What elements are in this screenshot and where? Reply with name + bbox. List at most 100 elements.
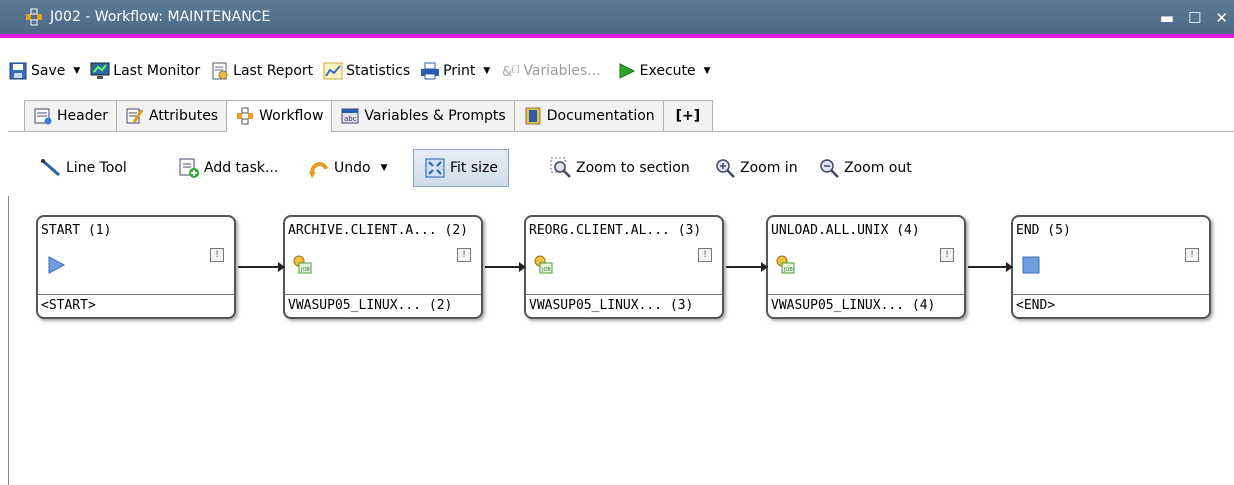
workflow-toolbar: Line Tool Add task... Undo ▼ Fit size Zo… [40,146,1230,190]
line-tool-label: Line Tool [66,160,127,176]
save-dropdown-icon[interactable]: ▼ [73,66,80,76]
minimize-icon[interactable]: ▬ [1160,9,1174,27]
execute-button[interactable]: Execute ▼ [617,61,711,81]
node-flag-icon[interactable]: ! [698,248,712,262]
svg-text:{}: {} [510,65,519,75]
zoom-section-label: Zoom to section [576,160,690,176]
print-button[interactable]: Print ▼ [420,61,490,81]
header-icon [33,106,53,126]
zoom-in-label: Zoom in [740,160,798,176]
save-icon [8,61,28,81]
window-title: J002 - Workflow: MAINTENANCE [50,9,271,25]
save-label: Save [31,63,66,79]
zoom-section-icon [550,157,572,179]
add-task-icon [178,157,200,179]
node-footer: <START> [41,298,96,313]
tab-add[interactable]: [+] [662,100,714,132]
statistics-icon [323,61,343,81]
execute-label: Execute [639,63,696,79]
workflow-node-archive[interactable]: ARCHIVE.CLIENT.A... (2) ! JOB VWASUP05_L… [283,215,483,319]
node-title: REORG.CLIENT.AL... (3) [529,223,702,238]
node-title: ARCHIVE.CLIENT.A... (2) [288,223,469,238]
job-icon: JOB [293,255,313,275]
tab-variables-prompts-label: Variables & Prompts [364,108,506,124]
node-separator [38,294,234,295]
tab-documentation-label: Documentation [546,108,655,124]
arrow-head-icon [519,262,526,272]
node-flag-icon[interactable]: ! [457,248,471,262]
connector-arrow[interactable] [238,262,285,272]
print-dropdown-icon[interactable]: ▼ [483,66,490,76]
last-monitor-button[interactable]: Last Monitor [90,61,200,81]
save-button[interactable]: Save ▼ [8,61,80,81]
undo-dropdown-icon[interactable]: ▼ [381,163,388,173]
zoom-out-button[interactable]: Zoom out [818,146,912,190]
tab-header-label: Header [57,108,108,124]
connector-arrow[interactable] [726,262,768,272]
execute-icon [617,61,637,81]
last-monitor-label: Last Monitor [113,63,201,79]
workflow-node-start[interactable]: START (1) ! <START> [36,215,236,319]
arrow-head-icon [278,262,285,272]
node-flag-icon[interactable]: ! [940,248,954,262]
workflow-app-icon [24,7,44,27]
tab-header[interactable]: Header [24,100,116,132]
fit-size-button[interactable]: Fit size [413,149,510,187]
node-separator [285,294,481,295]
statistics-button[interactable]: Statistics [323,61,410,81]
tab-workflow[interactable]: Workflow [226,100,332,132]
report-icon [210,61,230,81]
tab-attributes[interactable]: Attributes [115,100,227,132]
title-bar: J002 - Workflow: MAINTENANCE ▬ ☐ ✕ [0,0,1234,38]
main-toolbar: Save ▼ Last Monitor Last Report Statisti… [8,52,1234,90]
svg-text:JOB: JOB [783,267,793,273]
connector-arrow[interactable] [485,262,526,272]
zoom-out-label: Zoom out [844,160,912,176]
arrow-head-icon [761,262,768,272]
node-flag-icon[interactable]: ! [1185,248,1199,262]
undo-button[interactable]: Undo ▼ [308,146,388,190]
svg-text:JOB: JOB [300,267,310,273]
tab-variables-prompts[interactable]: abc Variables & Prompts [331,100,514,132]
node-title: END (5) [1016,223,1071,238]
node-separator [768,294,964,295]
last-report-label: Last Report [233,63,314,79]
add-task-button[interactable]: Add task... [178,146,278,190]
end-icon [1021,255,1041,275]
close-icon[interactable]: ✕ [1215,9,1228,27]
job-icon: JOB [534,255,554,275]
line-tool-icon [40,157,62,179]
variables-icon: &{} [500,61,520,81]
workflow-node-end[interactable]: END (5) ! <END> [1011,215,1211,319]
variables-prompts-icon: abc [340,106,360,126]
zoom-in-icon [714,157,736,179]
tab-documentation[interactable]: Documentation [513,100,663,132]
node-flag-icon[interactable]: ! [210,248,224,262]
tab-workflow-label: Workflow [259,108,324,124]
documentation-icon [523,106,543,126]
node-separator [526,294,722,295]
zoom-to-section-button[interactable]: Zoom to section [550,146,690,190]
add-task-label: Add task... [204,160,279,176]
zoom-out-icon [818,157,840,179]
workflow-node-unload[interactable]: UNLOAD.ALL.UNIX (4) ! JOB VWASUP05_LINUX… [766,215,966,319]
execute-dropdown-icon[interactable]: ▼ [704,66,711,76]
statistics-label: Statistics [346,63,411,79]
print-icon [420,61,440,81]
node-title: UNLOAD.ALL.UNIX (4) [771,223,920,238]
line-tool-button[interactable]: Line Tool [40,146,127,190]
connector-arrow[interactable] [968,262,1013,272]
maximize-icon[interactable]: ☐ [1188,9,1201,27]
print-label: Print [443,63,476,79]
add-tab-icon: [+] [675,108,701,124]
node-footer: VWASUP05_LINUX... (2) [288,298,453,313]
svg-text:abc: abc [344,115,357,123]
start-icon [46,255,66,275]
variables-button[interactable]: &{} Variables... [500,61,600,81]
arrow-head-icon [1006,262,1013,272]
zoom-in-button[interactable]: Zoom in [714,146,798,190]
fit-size-label: Fit size [450,160,499,176]
node-footer: VWASUP05_LINUX... (4) [771,298,936,313]
workflow-node-reorg[interactable]: REORG.CLIENT.AL... (3) ! JOB VWASUP05_LI… [524,215,724,319]
last-report-button[interactable]: Last Report [210,61,313,81]
